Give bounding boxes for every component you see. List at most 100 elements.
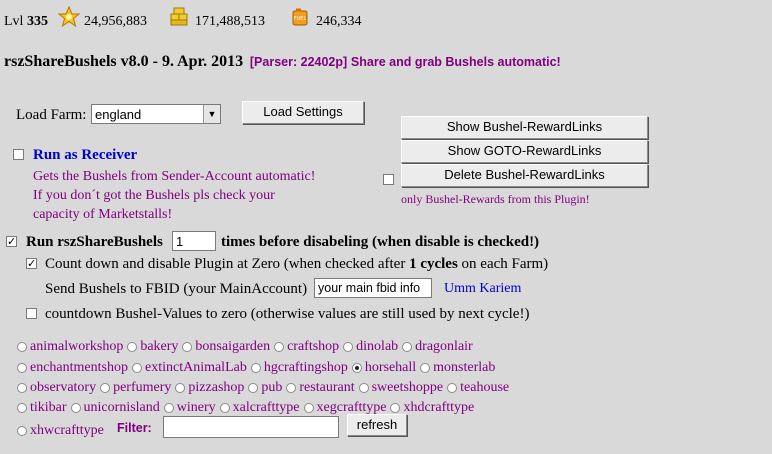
radio-button[interactable] (131, 363, 142, 373)
run-plugin-checkbox[interactable]: ✓ (6, 236, 17, 247)
send-bushels-label: Send Bushels to FBID (your MainAccount) (45, 281, 308, 297)
farm-type-label: monsterlab (433, 360, 496, 375)
radio-button[interactable] (447, 383, 458, 393)
run-as-receiver-label: Run as Receiver (33, 147, 138, 163)
farm-type-label: sweetshoppe (371, 380, 444, 395)
coins-icon (57, 5, 81, 33)
farm-type-option-xalcrafttype[interactable]: xalcrafttype (219, 400, 300, 416)
farm-type-option-tikibar[interactable]: tikibar (17, 400, 67, 416)
radio-button[interactable] (17, 383, 27, 393)
farm-type-label: animalworkshop (30, 339, 124, 354)
load-settings-button[interactable]: Load Settings (242, 101, 364, 124)
farm-type-label: bonsaigarden (195, 339, 271, 354)
level-value: 335 (26, 14, 48, 29)
farm-type-label: dinolab (356, 339, 399, 354)
farm-type-option-dragonlair[interactable]: dragonlair (402, 339, 473, 355)
farm-type-label: bakery (140, 339, 179, 354)
receiver-help-line: If you don´t got the Bushels pls check y… (33, 188, 275, 203)
farm-type-option-bonsaigarden[interactable]: bonsaigarden (182, 339, 270, 355)
farm-type-option-pub[interactable]: pub (248, 380, 282, 396)
countdown-text-pre: Count down and disable Plugin at Zero (w… (45, 256, 406, 272)
farm-type-option-monsterlab[interactable]: monsterlab (420, 360, 495, 376)
farm-type-label: pizzashop (188, 380, 245, 395)
farm-type-option-pizzashop[interactable]: pizzashop (175, 380, 244, 396)
show-bushel-rewardlinks-button[interactable]: Show Bushel-RewardLinks (401, 116, 648, 139)
radio-button[interactable] (17, 342, 27, 352)
radio-button[interactable] (420, 363, 431, 373)
farm-type-label: craftshop (287, 339, 340, 354)
farm-select-value: england (95, 107, 142, 122)
farm-type-label: teahouse (460, 380, 510, 395)
farm-type-option-animalworkshop[interactable]: animalworkshop (17, 339, 123, 355)
times-input[interactable]: 1 (172, 231, 216, 251)
radio-button[interactable] (127, 342, 138, 352)
farm-type-row: enchantmentshop extinctAnimalLab hgcraftin… (17, 360, 499, 376)
only-plugin-rewards-label: only Bushel-Rewards from this Plugin! (401, 192, 590, 206)
radio-button[interactable] (390, 403, 401, 413)
farm-type-label: hgcraftingshop (263, 360, 348, 375)
farm-type-label: tikibar (30, 400, 67, 415)
farm-type-option-extinctanimallab[interactable]: extinctAnimalLab (131, 360, 247, 376)
radio-button[interactable] (182, 342, 193, 352)
run-as-receiver-checkbox[interactable] (13, 149, 24, 160)
fuel-icon: FUEL (292, 8, 308, 31)
radio-button[interactable] (250, 363, 261, 373)
farm-type-row: animalworkshop bakery bonsaigarden craftsho… (17, 339, 477, 355)
chevron-down-icon[interactable]: ▼ (203, 105, 220, 123)
farm-type-label: enchantmentshop (30, 360, 128, 375)
farm-type-option-winery[interactable]: winery (163, 400, 216, 416)
radio-button[interactable] (358, 383, 369, 393)
farm-select[interactable]: england ▼ (91, 104, 221, 124)
farm-type-label: dragonlair (415, 339, 473, 354)
times-suffix-label: times before disabeling (when disable is… (221, 234, 540, 250)
farm-type-label: pub (261, 380, 283, 395)
farm-type-option-unicornisland[interactable]: unicornisland (70, 400, 160, 416)
farm-type-label: extinctAnimalLab (144, 360, 247, 375)
farm-type-option-dinolab[interactable]: dinolab (343, 339, 398, 355)
radio-button[interactable] (17, 426, 27, 436)
farm-type-option-teahouse[interactable]: teahouse (447, 380, 509, 396)
radio-button[interactable] (17, 363, 27, 373)
reset-bushel-values-checkbox[interactable] (26, 308, 37, 319)
gold-value: 171,488,513 (195, 14, 265, 29)
farm-type-label: xhwcrafttype (30, 423, 104, 438)
show-goto-rewardlinks-button[interactable]: Show GOTO-RewardLinks (401, 140, 648, 163)
radio-button[interactable] (303, 403, 314, 413)
level-label: Lvl (4, 14, 24, 29)
delete-bushel-rewardlinks-button[interactable]: Delete Bushel-RewardLinks (401, 164, 648, 187)
radio-button[interactable] (70, 403, 81, 413)
radio-button[interactable] (286, 383, 297, 393)
radio-button[interactable] (100, 383, 111, 393)
refresh-button[interactable]: refresh (347, 414, 407, 436)
farm-type-option-craftshop[interactable]: craftshop (274, 339, 339, 355)
countdown-disable-label: Count down and disable Plugin at Zero (w… (45, 256, 548, 273)
farm-type-option-restaurant[interactable]: restaurant (286, 380, 355, 396)
farm-type-option-xhwcrafttype[interactable]: xhwcrafttype (17, 423, 104, 439)
farm-type-option-bakery[interactable]: bakery (127, 339, 178, 355)
radio-button[interactable] (17, 403, 27, 413)
radio-button[interactable] (351, 363, 362, 373)
farm-type-label: horsehall (364, 360, 417, 375)
radio-button[interactable] (219, 403, 230, 413)
farm-type-label: winery (176, 400, 216, 415)
farm-type-option-observatory[interactable]: observatory (17, 380, 96, 396)
farm-type-label: observatory (30, 380, 97, 395)
countdown-disable-checkbox[interactable]: ✓ (26, 258, 37, 269)
countdown-text-post: on each Farm) (461, 256, 549, 272)
radio-button[interactable] (274, 342, 285, 352)
radio-button[interactable] (343, 342, 354, 352)
farm-type-option-hgcraftingshop[interactable]: hgcraftingshop (250, 360, 348, 376)
farm-type-option-perfumery[interactable]: perfumery (100, 380, 171, 396)
farm-type-option-enchantmentshop[interactable]: enchantmentshop (17, 360, 128, 376)
radio-button[interactable] (175, 383, 186, 393)
only-plugin-rewards-checkbox[interactable] (383, 174, 394, 185)
radio-button[interactable] (402, 342, 413, 352)
farm-type-row: observatory perfumery pizzashop pub restaura… (17, 380, 513, 396)
farm-type-option-sweetshoppe[interactable]: sweetshoppe (358, 380, 444, 396)
radio-button[interactable] (163, 403, 174, 413)
gold-icon (170, 7, 188, 32)
radio-button[interactable] (248, 383, 259, 393)
filter-input[interactable] (163, 416, 339, 438)
fbid-input[interactable]: your main fbid info (314, 278, 432, 298)
farm-type-option-horsehall[interactable]: horsehall (351, 360, 417, 376)
